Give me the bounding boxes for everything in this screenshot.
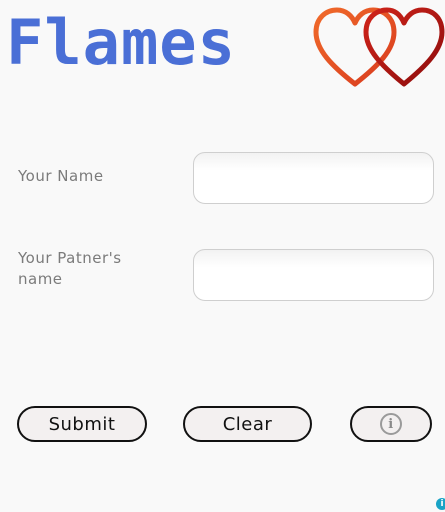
info-button[interactable]: i [350,406,432,442]
partner-name-label: Your Patner's name [18,249,122,288]
info-icon: i [380,413,402,435]
submit-button-label: Submit [48,413,116,435]
ad-info-icon[interactable]: i [436,498,445,510]
your-name-input[interactable] [193,152,434,204]
double-hearts-icon [313,7,445,87]
app-title: Flames [6,6,236,79]
partner-name-input[interactable] [193,249,434,301]
submit-button[interactable]: Submit [17,406,147,442]
clear-button-label: Clear [222,413,273,435]
your-name-label: Your Name [18,167,104,185]
clear-button[interactable]: Clear [183,406,312,442]
